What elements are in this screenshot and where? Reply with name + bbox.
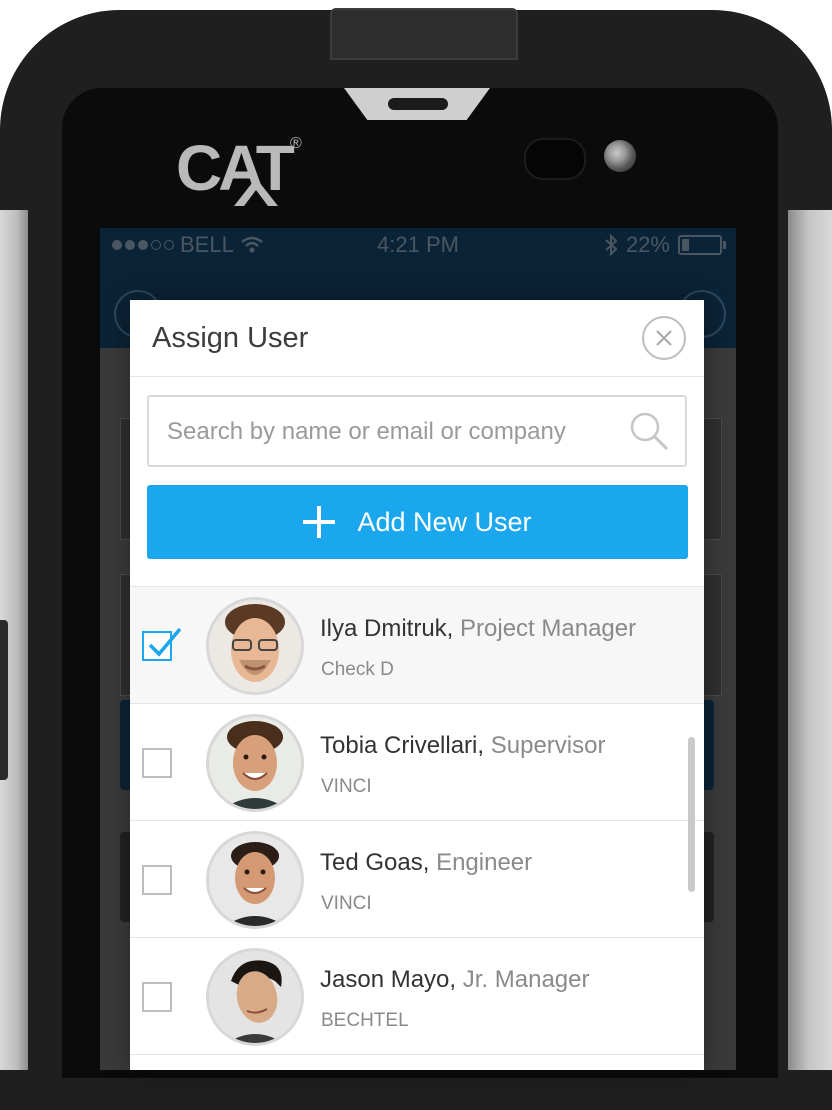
user-checkbox[interactable] [142, 748, 172, 778]
user-company: VINCI [321, 776, 372, 797]
user-list: Ilya Dmitruk, Project Manager Check D To… [130, 587, 704, 1055]
user-row[interactable]: Ilya Dmitruk, Project Manager Check D [130, 587, 704, 704]
user-name: Jason Mayo, [320, 966, 457, 993]
battery-fill [682, 239, 689, 251]
front-camera-icon [604, 140, 636, 172]
user-checkbox[interactable] [142, 627, 182, 661]
phone-side-button [0, 620, 8, 780]
user-name-line: Jason Mayo, Jr. Manager [320, 966, 589, 994]
search-icon[interactable] [627, 409, 671, 453]
user-row[interactable]: Jason Mayo, Jr. Manager BECHTEL [130, 938, 704, 1055]
cat-logo: CAT ® [176, 132, 302, 206]
add-new-user-button[interactable]: Add New User [147, 485, 688, 559]
status-right: 22% [604, 232, 726, 258]
close-icon [656, 330, 672, 346]
user-name-line: Ilya Dmitruk, Project Manager [320, 615, 636, 643]
user-company: BECHTEL [321, 1010, 409, 1031]
svg-text:®: ® [290, 135, 302, 152]
earpiece-icon [388, 98, 448, 110]
avatar [206, 597, 304, 695]
user-role: Project Manager [460, 615, 637, 642]
check-icon [148, 627, 182, 657]
user-role: Engineer [436, 849, 533, 876]
battery-percent: 22% [625, 232, 670, 257]
user-checkbox[interactable] [142, 982, 172, 1012]
avatar [206, 714, 304, 812]
search-box [147, 395, 687, 467]
svg-text:CAT: CAT [176, 132, 295, 204]
close-button[interactable] [642, 316, 686, 360]
assign-user-modal: Assign User Add New User [130, 300, 704, 1070]
search-input[interactable] [149, 397, 639, 467]
modal-title: Assign User [152, 322, 309, 354]
user-company: VINCI [321, 893, 372, 914]
phone-side-grip-right [788, 210, 832, 1070]
avatar-photo [209, 717, 301, 809]
plus-icon [303, 506, 336, 538]
bluetooth-icon [605, 234, 618, 256]
avatar-photo [209, 600, 301, 692]
battery-icon [678, 235, 726, 255]
user-row[interactable]: Ted Goas, Engineer VINCI [130, 821, 704, 938]
status-bar: BELL 4:21 PM 22% [100, 228, 736, 262]
avatar-photo [209, 834, 301, 926]
user-name: Ted Goas, [320, 849, 430, 876]
add-new-user-label: Add New User [357, 506, 532, 537]
proximity-sensor [524, 138, 586, 180]
modal-header-divider [130, 376, 704, 377]
user-name: Tobia Crivellari, [320, 732, 485, 759]
user-company: Check D [321, 659, 394, 680]
avatar [206, 948, 304, 1046]
user-role: Jr. Manager [462, 966, 590, 993]
list-scrollbar[interactable] [688, 737, 695, 892]
user-name-line: Tobia Crivellari, Supervisor [320, 732, 605, 760]
user-checkbox[interactable] [142, 865, 172, 895]
phone-top-bump [330, 8, 518, 60]
avatar [206, 831, 304, 929]
user-name-line: Ted Goas, Engineer [320, 849, 532, 877]
user-name: Ilya Dmitruk, [320, 615, 454, 642]
avatar-photo [209, 951, 301, 1043]
user-role: Supervisor [490, 732, 606, 759]
user-row[interactable]: Tobia Crivellari, Supervisor VINCI [130, 704, 704, 821]
